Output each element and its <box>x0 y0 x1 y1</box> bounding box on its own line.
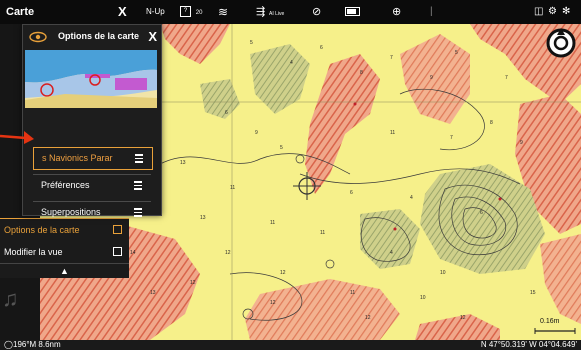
svg-text:6: 6 <box>225 110 228 116</box>
close-icon[interactable]: X <box>148 30 157 44</box>
battery-icon <box>345 0 360 24</box>
chart-screen: 5 4 6 8 7 9 5 7 8 6 9 5 11 7 9 13 11 6 4 6 13 11 11 4 10… <box>0 0 581 350</box>
svg-text:9: 9 <box>255 130 258 136</box>
svg-text:12: 12 <box>280 270 286 276</box>
chart-preview-thumbnail <box>25 50 157 108</box>
page-title: Carte <box>6 6 35 18</box>
svg-text:13: 13 <box>150 290 156 296</box>
svg-text:6: 6 <box>320 45 323 51</box>
orientation-toggle[interactable]: N-Up <box>146 0 165 24</box>
svg-text:12: 12 <box>365 315 371 321</box>
svg-text:11: 11 <box>320 230 325 236</box>
options-panel-header: Options de la carte X <box>23 29 161 47</box>
square-icon <box>113 247 122 256</box>
separator: | <box>430 6 433 17</box>
options-panel-title: Options de la carte <box>58 31 140 41</box>
coordinates-readout: N 47°50.319' W 04°04.649' <box>480 340 577 349</box>
svg-text:11: 11 <box>390 130 395 136</box>
svg-text:12: 12 <box>190 280 196 286</box>
svg-text:12: 12 <box>225 250 231 256</box>
svg-text:12: 12 <box>460 315 466 321</box>
ai-live-button[interactable]: ⇶ AI Live <box>256 0 284 24</box>
menu-lines-icon <box>135 154 145 164</box>
callout-arrow-icon <box>0 131 34 144</box>
svg-text:14: 14 <box>130 250 136 256</box>
pages-icon: ? <box>180 5 191 17</box>
map-options-panel: Options de la carte X s Navionics Parar … <box>22 24 162 217</box>
close-icon[interactable]: X <box>118 0 127 24</box>
top-status-bar: Carte X N-Up ? 20 ≋ ⇶ AI Live ⊘ ⊕ | ◫ ⚙ … <box>0 0 581 24</box>
svg-text:5: 5 <box>455 50 458 56</box>
heading-icon: ◯ <box>4 340 13 349</box>
svg-text:11: 11 <box>230 185 235 191</box>
options-item-label: s Navionics Parar <box>42 153 113 163</box>
compass-icon[interactable] <box>546 28 576 58</box>
scale-label: 0.16m <box>540 318 560 325</box>
svg-text:8: 8 <box>360 70 363 76</box>
svg-text:4: 4 <box>290 60 293 66</box>
svg-text:10: 10 <box>440 270 446 276</box>
lower-menu-item-label: Modifier la vue <box>4 247 63 257</box>
menu-lines-icon <box>134 181 144 191</box>
target-icon[interactable]: ⊕ <box>392 0 401 24</box>
svg-text:6: 6 <box>480 210 483 216</box>
page-count: 20 <box>195 10 203 16</box>
square-icon <box>113 225 122 234</box>
eye-icon <box>29 31 47 43</box>
bluetooth-icon: ✻ <box>562 6 571 17</box>
svg-text:7: 7 <box>450 135 453 141</box>
svg-text:8: 8 <box>490 120 493 126</box>
options-item-preferences[interactable]: Préférences <box>33 174 151 196</box>
svg-text:9: 9 <box>520 140 523 146</box>
svg-text:4: 4 <box>390 250 393 256</box>
layers-icon[interactable]: ≋ <box>218 0 228 24</box>
svg-text:13: 13 <box>200 215 206 221</box>
svg-text:6: 6 <box>350 190 353 196</box>
settings-icon[interactable]: ⚙ <box>548 0 557 24</box>
svg-text:11: 11 <box>270 220 275 226</box>
options-item-navionics[interactable]: s Navionics Parar <box>33 147 153 170</box>
svg-text:7: 7 <box>505 75 508 81</box>
svg-text:9: 9 <box>430 75 433 81</box>
options-item-superpositions[interactable]: Superpositions <box>33 201 151 223</box>
lower-menu-item-modify-view[interactable]: Modifier la vue <box>0 241 129 264</box>
pages-button[interactable]: ? 20 <box>180 0 202 24</box>
svg-text:12: 12 <box>270 300 276 306</box>
svg-text:13: 13 <box>180 160 186 166</box>
wifi-icon: ◫ <box>534 6 544 17</box>
ai-live-label: AI Live <box>269 11 285 17</box>
svg-text:10: 10 <box>420 295 426 301</box>
svg-text:5: 5 <box>280 145 283 151</box>
svg-text:7: 7 <box>390 55 393 61</box>
heading-readout: 196°M 8.6nm <box>13 340 61 349</box>
music-note-icon[interactable]: ♫ <box>2 286 19 312</box>
svg-text:15: 15 <box>530 290 536 296</box>
svg-text:4: 4 <box>410 195 413 201</box>
svg-text:11: 11 <box>350 290 355 296</box>
gps-icon[interactable]: ⊘ <box>312 0 321 24</box>
bottom-status-bar: ◯ 196°M 8.6nm N 47°50.319' W 04°04.649' <box>0 340 581 350</box>
ai-live-icon: ⇶ <box>256 6 266 18</box>
svg-text:5: 5 <box>250 40 253 46</box>
menu-lines-icon <box>134 208 144 218</box>
options-item-label: Préférences <box>41 180 90 190</box>
options-item-label: Superpositions <box>41 207 101 217</box>
chevron-up-icon[interactable]: ▲ <box>0 264 129 278</box>
